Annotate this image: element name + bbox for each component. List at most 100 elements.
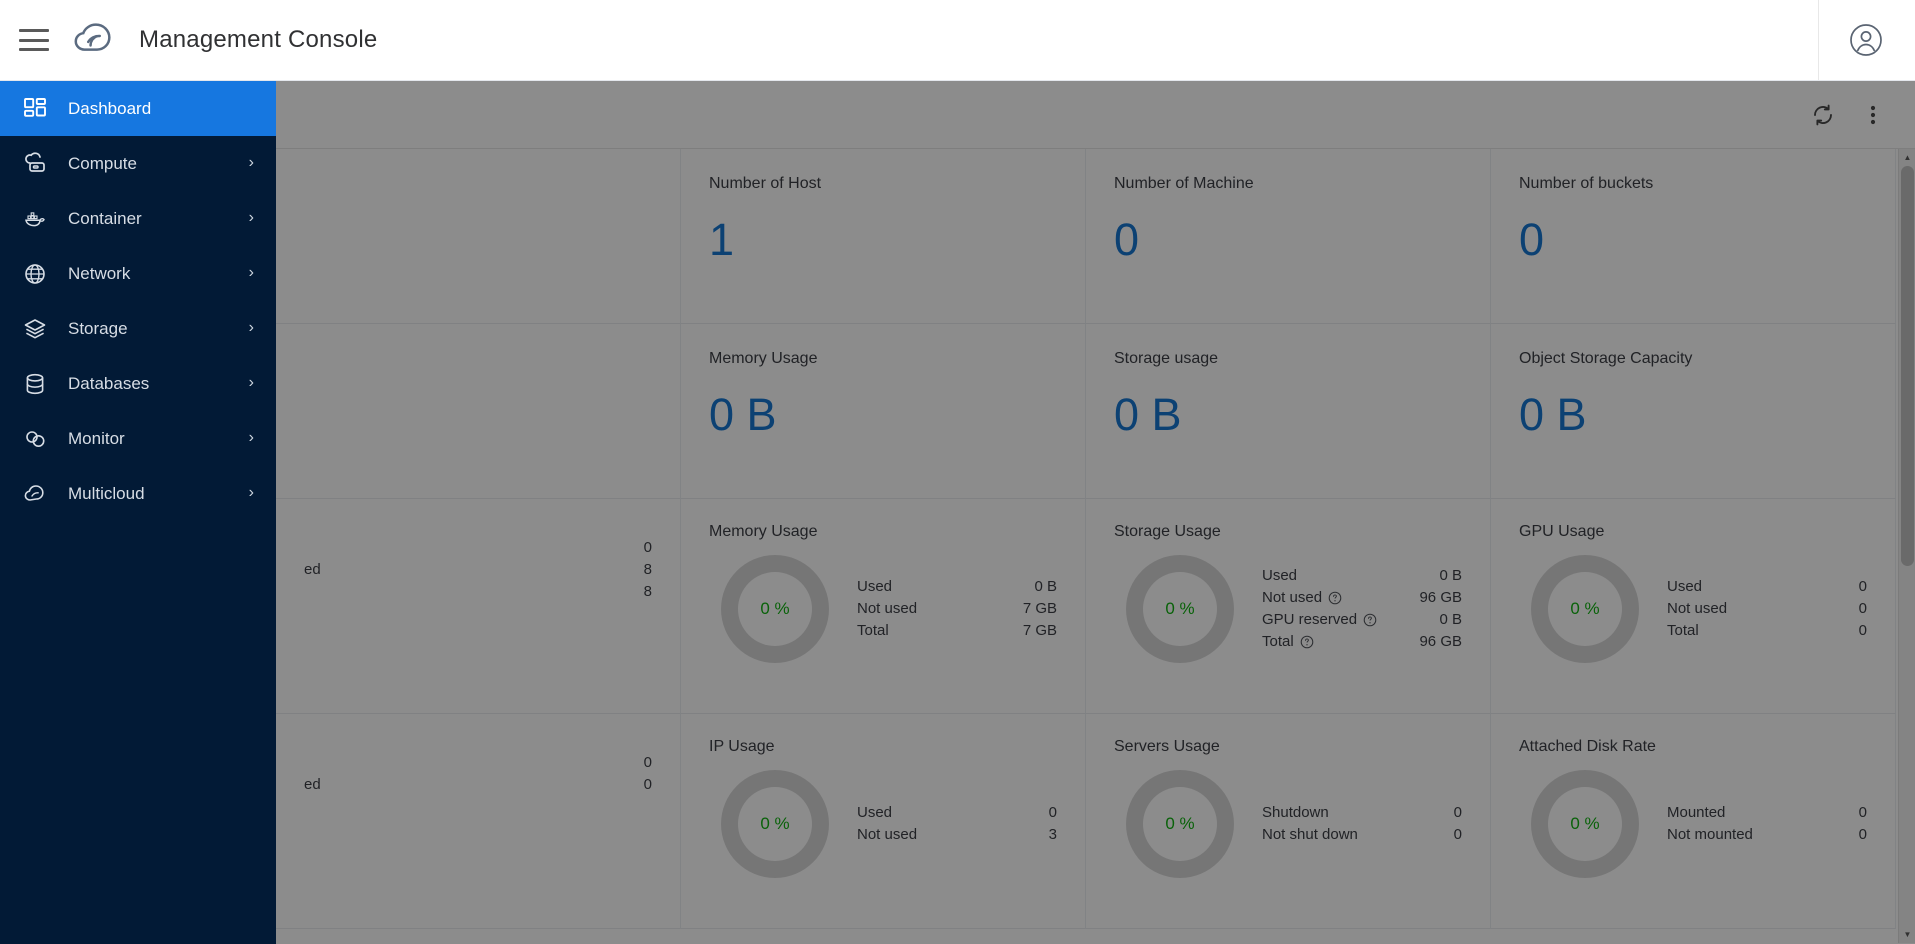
card-value: 0 B [1519, 389, 1587, 440]
refresh-icon[interactable] [1809, 101, 1837, 129]
stat-value: 0 [643, 754, 652, 771]
stat-label: ed [304, 776, 321, 793]
sidebar-item-label: Storage [68, 318, 128, 338]
card-title: Number of Machine [1114, 175, 1254, 192]
chevron-right-icon: › [248, 208, 254, 226]
stat-value: 0 [1858, 578, 1867, 595]
scroll-up-arrow-icon[interactable]: ▲ [1899, 149, 1915, 166]
stat-value: 0 [1858, 600, 1867, 617]
stat-label: Used [857, 578, 893, 595]
ip-usage-donut: 0 % [721, 770, 829, 878]
card-title: Number of Host [709, 175, 822, 192]
sidebar-item-multicloud[interactable]: Multicloud › [0, 466, 276, 521]
cloud-logo-icon [74, 23, 111, 51]
stat-label: Not shut down [1262, 826, 1358, 843]
chevron-right-icon: › [248, 373, 254, 391]
metric-card-number-of-host: Number of Host 1 [681, 149, 1086, 324]
card-title: Attached Disk Rate [1519, 738, 1656, 755]
counter-card-grid: Number of Host 1 Number of Machine 0 Num… [276, 149, 1896, 499]
donut-card-grid: 0 ed 8 8 Memory Usage 0 % Used 0 B Not use… [276, 499, 1896, 929]
stat-row: Used 0 [857, 802, 1057, 824]
stat-label: Mounted [1667, 804, 1726, 821]
stat-value: 96 GB [1419, 589, 1462, 606]
metric-card [276, 149, 681, 324]
donut-card-ip-usage: IP Usage 0 % Used 0 Not used 3 [681, 714, 1086, 929]
help-circle-icon[interactable] [1328, 591, 1342, 605]
stat-row: Not used 7 GB [857, 598, 1057, 620]
multicloud-icon [22, 481, 48, 507]
sidebar-item-container[interactable]: Container › [0, 191, 276, 246]
stat-label: Not used [857, 600, 918, 617]
stat-value: 0 [643, 539, 652, 556]
card-title: Number of buckets [1519, 175, 1654, 192]
stat-value: 0 [1858, 826, 1867, 843]
donut-percent: 0 % [1570, 814, 1600, 833]
card-title: GPU Usage [1519, 523, 1605, 540]
stat-list: Used 0 B Not used 96 GB GPU reserved 0 B… [1262, 565, 1462, 653]
sidebar-item-storage[interactable]: Storage › [0, 301, 276, 356]
attached-disk-rate-donut: 0 % [1531, 770, 1639, 878]
card-value: 0 [1519, 214, 1545, 265]
stat-label: Not used [1262, 589, 1323, 606]
user-avatar-icon[interactable] [1849, 23, 1883, 57]
sidebar-item-label: Network [68, 263, 131, 283]
sidebar-item-databases[interactable]: Databases › [0, 356, 276, 411]
database-icon [22, 371, 48, 397]
stat-value: 0 [1453, 826, 1462, 843]
chevron-right-icon: › [248, 263, 254, 281]
more-vertical-icon[interactable] [1859, 101, 1887, 129]
chevron-right-icon: › [248, 318, 254, 336]
stat-row: Shutdown 0 [1262, 802, 1462, 824]
header-actions [1818, 0, 1915, 80]
stat-label: GPU reserved [1262, 611, 1358, 628]
app-header: Management Console [0, 0, 1915, 81]
layers-icon [22, 316, 48, 342]
scrollbar-thumb[interactable] [1901, 166, 1914, 566]
card-title: Object Storage Capacity [1519, 350, 1693, 367]
stat-list: Mounted 0 Not mounted 0 [1667, 802, 1867, 846]
monitor-cloud-icon [22, 426, 48, 452]
stat-list: Used 0 B Not used 7 GB Total 7 GB [857, 576, 1057, 642]
sidebar-item-compute[interactable]: Compute › [0, 136, 276, 191]
content-toolbar [276, 81, 1915, 149]
stat-row: GPU reserved 0 B [1262, 609, 1462, 631]
donut-card-attached-disk-rate: Attached Disk Rate 0 % Mounted 0 Not moun… [1491, 714, 1896, 929]
card-title: Memory Usage [709, 523, 818, 540]
sidebar-item-label: Dashboard [68, 98, 152, 118]
donut-card-memory-usage: Memory Usage 0 % Used 0 B Not used 7 GB To… [681, 499, 1086, 714]
sidebar-item-label: Container [68, 208, 142, 228]
help-circle-icon[interactable] [1300, 635, 1314, 649]
stat-row: Not mounted 0 [1667, 824, 1867, 846]
hamburger-icon[interactable] [19, 29, 49, 51]
page-title: Management Console [139, 26, 378, 53]
card-title: Servers Usage [1114, 738, 1220, 755]
stat-value: 0 [1858, 622, 1867, 639]
sidebar-item-dashboard[interactable]: Dashboard [0, 81, 276, 136]
donut-card-gpu-usage: GPU Usage 0 % Used 0 Not used 0 Total 0 [1491, 499, 1896, 714]
donut-card: 0 ed 0 [276, 714, 681, 929]
stat-list: Used 0 Not used 3 [857, 802, 1057, 846]
stat-value: 0 [643, 776, 652, 793]
stat-list: Used 0 Not used 0 Total 0 [1667, 576, 1867, 642]
sidebar-item-monitor[interactable]: Monitor › [0, 411, 276, 466]
vertical-scrollbar[interactable]: ▲ ▼ [1898, 149, 1915, 943]
card-title: Storage usage [1114, 350, 1219, 367]
sidebar-item-network[interactable]: Network › [0, 246, 276, 301]
stat-value: 0 B [1439, 611, 1462, 628]
sidebar-item-label: Databases [68, 373, 150, 393]
stat-label: Used [857, 804, 893, 821]
chevron-right-icon: › [248, 428, 254, 446]
stat-label: Total [1667, 622, 1699, 639]
stat-row: Used 0 B [857, 576, 1057, 598]
docker-whale-icon [22, 206, 48, 232]
gpu-usage-donut: 0 % [1531, 555, 1639, 663]
stat-list: Shutdown 0 Not shut down 0 [1262, 802, 1462, 846]
card-title: Memory Usage [709, 350, 818, 367]
donut-percent: 0 % [1165, 814, 1195, 833]
scroll-down-arrow-icon[interactable]: ▼ [1899, 926, 1915, 943]
stat-row: Used 0 B [1262, 565, 1462, 587]
card-title: Storage Usage [1114, 523, 1221, 540]
globe-icon [22, 261, 48, 287]
donut-card-servers-usage: Servers Usage 0 % Shutdown 0 Not shut dow… [1086, 714, 1491, 929]
help-circle-icon[interactable] [1363, 613, 1377, 627]
